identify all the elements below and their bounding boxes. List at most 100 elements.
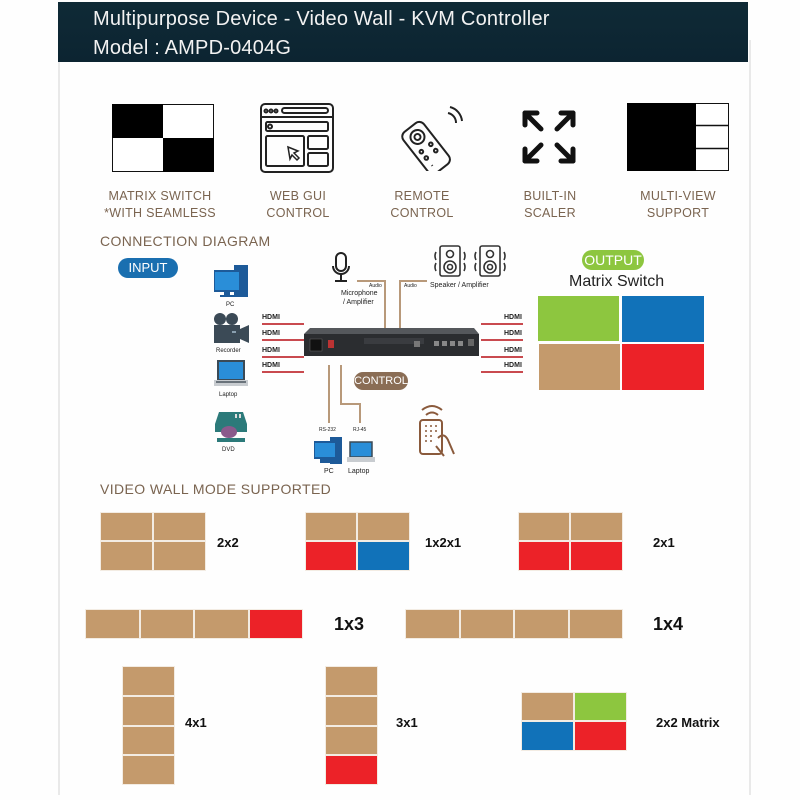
feature-matrix-switch: MATRIX SWITCH *WITH SEAMLESS bbox=[90, 188, 230, 222]
wall-tile bbox=[514, 609, 569, 639]
scaler-arrows-icon bbox=[520, 108, 578, 166]
wall-tile bbox=[405, 609, 460, 639]
wall-tile bbox=[325, 755, 378, 785]
control-pc-icon bbox=[313, 437, 344, 465]
model-number: Model : AMPD-0404G bbox=[93, 37, 292, 59]
feature-scaler: BUILT-IN SCALER bbox=[480, 188, 620, 222]
output-screen-red bbox=[622, 344, 704, 390]
wall-3x1-diagram bbox=[325, 666, 378, 785]
audio-in-wire-h bbox=[357, 280, 385, 282]
hdmi-out-label-1: HDMI bbox=[504, 314, 522, 321]
control-badge: CONTROL bbox=[354, 372, 408, 390]
wall-tile bbox=[521, 721, 574, 751]
feature-label-line2: CONTROL bbox=[390, 206, 454, 220]
control-laptop-label: Laptop bbox=[348, 468, 370, 475]
wall-tile bbox=[570, 541, 623, 571]
audio-out-wire-h bbox=[399, 280, 427, 282]
feature-label-line2: *WITH SEAMLESS bbox=[104, 206, 216, 220]
microphone-icon bbox=[331, 252, 351, 284]
feature-label-line1: MATRIX SWITCH bbox=[108, 189, 212, 203]
wall-tile bbox=[122, 696, 175, 726]
output-badge: OUTPUT bbox=[582, 250, 644, 270]
input-label-recorder: Recorder bbox=[216, 348, 241, 354]
hdmi-out-cable-1 bbox=[481, 323, 523, 325]
wall-tile bbox=[249, 609, 303, 639]
hdmi-out-cable-2 bbox=[481, 339, 523, 341]
wall-tile bbox=[100, 512, 153, 541]
input-badge: INPUT bbox=[118, 258, 178, 278]
wall-tile bbox=[85, 609, 140, 639]
mode-label-2x2-matrix: 2x2 Matrix bbox=[656, 715, 720, 730]
multi-view-icon bbox=[627, 103, 729, 171]
hdmi-in-cable-3 bbox=[262, 356, 304, 358]
hdmi-in-cable-2 bbox=[262, 339, 304, 341]
web-gui-icon bbox=[260, 103, 334, 173]
microphone-amp-label: / Amplifier bbox=[343, 299, 374, 306]
wall-1x3-diagram bbox=[85, 609, 303, 639]
wall-tile bbox=[122, 755, 175, 785]
wall-2x2-matrix-diagram bbox=[521, 692, 627, 751]
wall-tile bbox=[153, 512, 206, 541]
wall-tile bbox=[194, 609, 249, 639]
output-screen-tan bbox=[539, 344, 620, 390]
wall-tile bbox=[140, 609, 194, 639]
rj45-wire-v2 bbox=[359, 403, 361, 423]
wall-tile bbox=[569, 609, 623, 639]
feature-remote-control: REMOTE CONTROL bbox=[352, 188, 492, 222]
feature-web-gui: WEB GUI CONTROL bbox=[228, 188, 368, 222]
mode-label-1x3: 1x3 bbox=[334, 614, 365, 634]
wall-tile bbox=[521, 692, 574, 721]
video-wall-title: VIDEO WALL MODE SUPPORTED bbox=[100, 481, 332, 497]
control-laptop-icon bbox=[347, 441, 375, 463]
speaker-label: Speaker / Amplifier bbox=[430, 282, 489, 289]
hdmi-in-label-1: HDMI bbox=[262, 314, 280, 321]
hdmi-in-label-4: HDMI bbox=[262, 362, 280, 369]
wall-tile bbox=[305, 512, 357, 541]
wall-tile bbox=[122, 666, 175, 696]
audio-out-wire-v bbox=[399, 280, 401, 328]
rj45-wire-h bbox=[340, 403, 360, 405]
wall-4x1-diagram bbox=[122, 666, 175, 785]
wall-1x2x1-diagram bbox=[305, 512, 410, 571]
matrix-switch-title: Matrix Switch bbox=[569, 273, 665, 290]
feature-label-line2: SUPPORT bbox=[646, 206, 710, 220]
input-label-laptop: Laptop bbox=[219, 392, 238, 398]
control-pc-label: PC bbox=[324, 468, 334, 475]
wall-tile bbox=[100, 541, 153, 571]
mode-label-2x2: 2x2 bbox=[217, 535, 239, 550]
kvm-device-image bbox=[304, 328, 479, 358]
hdmi-out-label-4: HDMI bbox=[504, 362, 522, 369]
wall-tile bbox=[460, 609, 514, 639]
output-matrix-grid bbox=[538, 296, 704, 390]
frame-right-border bbox=[749, 40, 751, 795]
wall-1x4-diagram bbox=[405, 609, 623, 639]
wall-tile bbox=[570, 512, 623, 541]
dvd-icon bbox=[213, 410, 249, 444]
feature-label-line1: REMOTE bbox=[394, 189, 450, 203]
wall-tile bbox=[518, 541, 570, 571]
header-banner: Multipurpose Device - Video Wall - KVM C… bbox=[58, 2, 748, 62]
hdmi-in-cable-4 bbox=[262, 371, 304, 373]
output-screen-green bbox=[538, 296, 619, 341]
wall-tile bbox=[357, 512, 410, 541]
mode-label-2x1: 2x1 bbox=[653, 535, 675, 550]
mode-label-4x1: 4x1 bbox=[185, 715, 207, 730]
wall-tile bbox=[325, 726, 378, 755]
mode-label-1x4: 1x4 bbox=[653, 614, 684, 634]
feature-label-line1: MULTI-VIEW bbox=[640, 189, 716, 203]
audio-in-wire-v bbox=[384, 280, 386, 328]
laptop-icon bbox=[214, 360, 248, 388]
wall-tile bbox=[518, 512, 570, 541]
microphone-label: Microphone bbox=[341, 290, 378, 297]
feature-label-line1: BUILT-IN bbox=[523, 189, 577, 203]
hdmi-out-cable-3 bbox=[481, 356, 523, 358]
hdmi-out-cable-4 bbox=[481, 371, 523, 373]
wall-tile bbox=[357, 541, 410, 571]
rj45-wire-v1 bbox=[340, 365, 342, 403]
mode-label-3x1: 3x1 bbox=[396, 715, 418, 730]
remote-control-icon bbox=[396, 103, 468, 176]
feature-label-line1: WEB GUI bbox=[269, 189, 327, 203]
wall-tile bbox=[305, 541, 357, 571]
matrix-switch-icon bbox=[112, 104, 214, 172]
rs232-label: RS-232 bbox=[319, 427, 336, 433]
